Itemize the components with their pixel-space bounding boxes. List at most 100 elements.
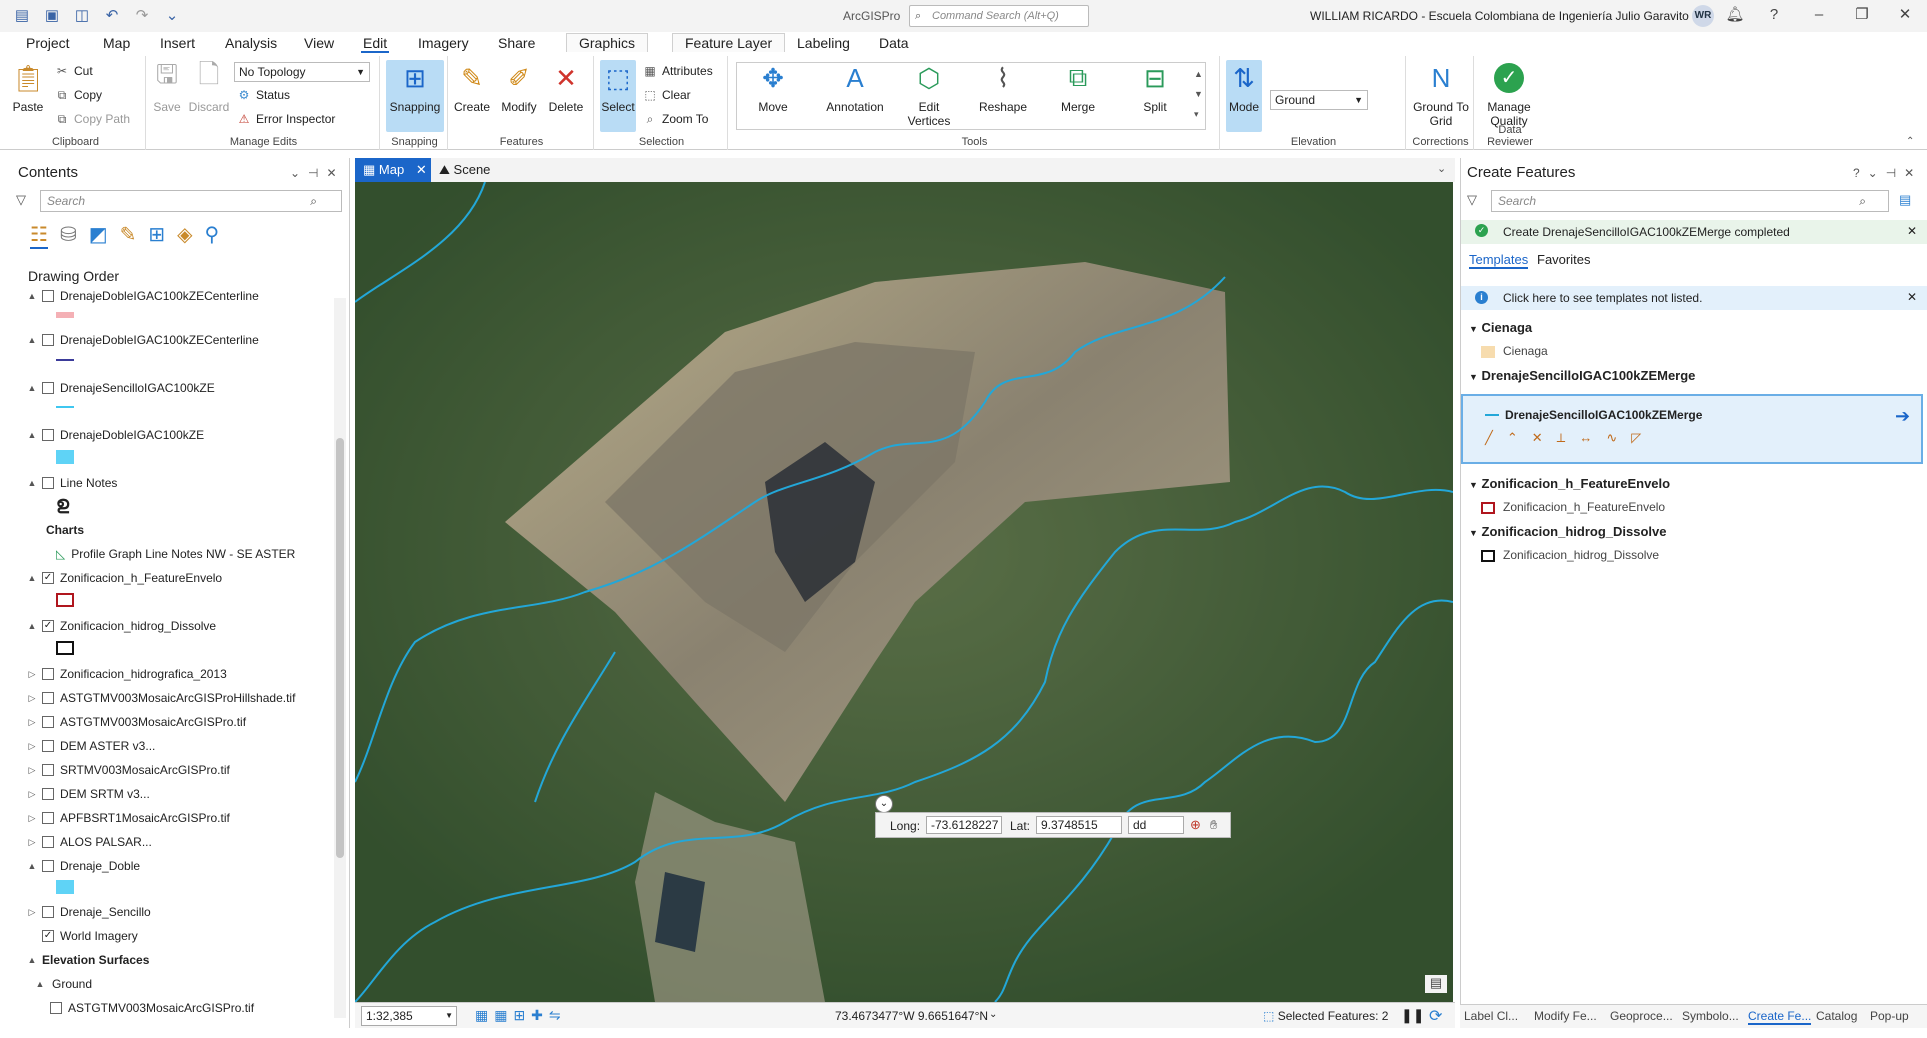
trace-tool-icon[interactable]: ◸ xyxy=(1631,430,1641,446)
latitude-input[interactable]: 9.3748515 xyxy=(1036,816,1122,834)
layer-row[interactable]: ASTGTMV003MosaicArcGISPro.tif xyxy=(46,998,254,1018)
split-tool[interactable]: ⊟ Split xyxy=(1126,60,1184,115)
templates-search-input[interactable]: Search ⌕ xyxy=(1491,190,1889,212)
tab-data[interactable]: Data xyxy=(877,35,911,51)
close-icon[interactable]: ✕ xyxy=(416,162,427,177)
tab-modify-features[interactable]: Modify Fe... xyxy=(1534,1009,1597,1023)
topology-select[interactable]: No Topology ▼ xyxy=(234,62,370,82)
status-button[interactable]: ⚙ Status xyxy=(236,88,290,102)
filter-icon[interactable]: ▽ xyxy=(16,192,26,208)
layer-checkbox[interactable] xyxy=(42,668,54,680)
chevron-down-icon[interactable]: ⌄ xyxy=(1437,162,1446,175)
layer-row[interactable]: ▷ ASTGTMV003MosaicArcGISProHillshade.tif xyxy=(26,688,296,708)
refresh-icon[interactable]: ⟳ xyxy=(1429,1006,1442,1026)
command-search-input[interactable]: ⌕ Command Search (Alt+Q) xyxy=(909,5,1089,27)
tab-create-features[interactable]: Create Fe... xyxy=(1748,1009,1812,1025)
tab-feature-layer[interactable]: Feature Layer xyxy=(672,33,786,52)
expand-icon[interactable]: ▷ xyxy=(26,693,38,704)
collapse-icon[interactable]: ▲ xyxy=(26,621,38,631)
scale-select[interactable]: 1:32,385 ▼ xyxy=(361,1006,457,1026)
layer-checkbox[interactable] xyxy=(42,692,54,704)
discard-button[interactable]: 🗋︎ Discard xyxy=(186,59,232,114)
elevation-surfaces-row[interactable]: ▲ Elevation Surfaces xyxy=(26,950,150,970)
layer-row[interactable]: ▷ SRTMV003MosaicArcGISPro.tif xyxy=(26,760,230,780)
snapping-view-icon[interactable]: ⊞ xyxy=(148,222,165,249)
manage-quality-button[interactable]: ✓ Manage Quality xyxy=(1480,60,1538,128)
template-item[interactable]: Cienaga xyxy=(1481,344,1548,358)
data-source-icon[interactable]: ⛁ xyxy=(60,222,77,249)
elevation-mode-button[interactable]: ⇅ Mode xyxy=(1226,60,1262,132)
map-canvas[interactable]: ⌄ Long: -73.6128227 Lat: 9.3748515 dd ⊕ … xyxy=(355,182,1453,1002)
layer-row[interactable]: ▷ Drenaje_Sencillo xyxy=(26,902,151,922)
close-window-icon[interactable]: ✕ xyxy=(1892,4,1918,26)
tab-imagery[interactable]: Imagery xyxy=(416,35,471,51)
perspective-view-icon[interactable]: ⚲ xyxy=(205,222,220,249)
layer-checkbox[interactable] xyxy=(42,382,54,394)
pane-controls[interactable]: ?⌄⊣✕ xyxy=(1853,166,1922,180)
longitude-input[interactable]: -73.6128227 xyxy=(926,816,1002,834)
tab-label-class[interactable]: Label Cl... xyxy=(1464,1009,1518,1023)
redo-icon[interactable]: ↷ xyxy=(132,6,152,26)
layer-checkbox[interactable] xyxy=(50,1002,62,1014)
layer-row[interactable]: ▷ DEM ASTER v3... xyxy=(26,736,156,756)
pan-hand-icon[interactable]: ✋︎ xyxy=(1210,817,1217,833)
selected-template[interactable]: DrenajeSencilloIGAC100kZEMerge ➔ ╱ ⌃ ✕ ⟂… xyxy=(1461,394,1923,464)
tab-view[interactable]: View xyxy=(302,35,336,51)
delete-button[interactable]: ✕ Delete xyxy=(544,60,588,115)
layer-checkbox[interactable] xyxy=(42,716,54,728)
attributes-button[interactable]: ▦ Attributes xyxy=(642,64,712,78)
chevron-down-icon[interactable]: ⌄ xyxy=(989,1009,997,1020)
layer-row[interactable]: ▷ APFBSRT1MosaicArcGISPro.tif xyxy=(26,808,230,828)
layer-row[interactable]: ▲ Drenaje_Doble xyxy=(26,856,141,876)
minimize-icon[interactable]: – xyxy=(1806,4,1832,26)
layer-checkbox[interactable] xyxy=(42,788,54,800)
tab-catalog[interactable]: Catalog xyxy=(1816,1009,1857,1023)
tab-scene-view[interactable]: ⛰︎ Scene xyxy=(439,162,490,178)
tab-analysis[interactable]: Analysis xyxy=(223,35,279,51)
copy-path-button[interactable]: ⧉ Copy Path xyxy=(54,112,130,127)
template-group-header[interactable]: ▼ Cienaga xyxy=(1469,320,1532,335)
move-tool[interactable]: ✥ Move xyxy=(744,60,802,115)
pane-controls[interactable]: ⌄⊣✕ xyxy=(290,166,345,180)
save-button[interactable]: 🖫︎ Save xyxy=(148,59,186,114)
collapse-icon[interactable]: ▲ xyxy=(26,478,38,488)
labeling-view-icon[interactable]: ◈ xyxy=(177,222,192,249)
select-button[interactable]: ⬚ Select xyxy=(600,60,636,132)
layer-checkbox[interactable] xyxy=(42,740,54,752)
layer-row[interactable]: ▷ Zonificacion_hidrografica_2013 xyxy=(26,664,227,684)
zoom-to-button[interactable]: ⌕ Zoom To xyxy=(642,112,709,127)
layer-checkbox[interactable] xyxy=(42,477,54,489)
tab-edit[interactable]: Edit xyxy=(361,35,390,53)
contents-search-input[interactable]: Search ⌕ xyxy=(40,190,342,212)
template-group-header[interactable]: ▼ Zonificacion_hidrog_Dissolve xyxy=(1469,524,1666,539)
template-group-header[interactable]: ▼ Zonificacion_h_FeatureEnvelo xyxy=(1469,476,1670,491)
merge-tool[interactable]: ⧉ Merge xyxy=(1049,60,1107,114)
modify-button[interactable]: ✐ Modify xyxy=(494,60,544,115)
expand-icon[interactable]: ▷ xyxy=(26,765,38,776)
open-project-icon[interactable]: ▣ xyxy=(42,6,62,26)
help-icon[interactable]: ? xyxy=(1761,4,1787,26)
layer-row[interactable]: ▷ ALOS PALSAR... xyxy=(26,832,152,852)
undo-icon[interactable]: ↶ xyxy=(102,6,122,26)
elevation-surface-select[interactable]: Ground ▼ xyxy=(1270,90,1368,110)
collapse-icon[interactable]: ▲ xyxy=(26,573,38,583)
layer-checkbox[interactable] xyxy=(42,836,54,848)
expand-icon[interactable]: ▷ xyxy=(26,669,38,680)
layer-checkbox-checked[interactable]: ✓ xyxy=(42,930,54,942)
manage-templates-icon[interactable]: ▤ xyxy=(1899,192,1911,208)
reshape-tool[interactable]: ⌇ Reshape xyxy=(974,60,1032,115)
right-angle-tool-icon[interactable]: ⌃ xyxy=(1507,430,1518,446)
collapse-ribbon-icon[interactable]: ⌃ xyxy=(1906,136,1914,147)
layer-checkbox[interactable] xyxy=(42,290,54,302)
layer-row[interactable]: ▲ ✓ Zonificacion_hidrog_Dissolve xyxy=(26,616,217,636)
tab-share[interactable]: Share xyxy=(496,35,537,51)
layer-row[interactable]: ▲ DrenajeDobleIGAC100kZECenterline xyxy=(26,330,259,350)
avatar[interactable]: WR xyxy=(1692,5,1714,27)
layer-row[interactable]: ▲ DrenajeDobleIGAC100kZECenterline xyxy=(26,288,259,306)
template-group-header[interactable]: ▼ DrenajeSencilloIGAC100kZEMerge xyxy=(1469,368,1695,383)
layer-row[interactable]: ▲ ✓ Zonificacion_h_FeatureEnvelo xyxy=(26,568,223,588)
collapse-icon[interactable]: ▲ xyxy=(26,335,38,345)
expand-icon[interactable]: ▷ xyxy=(26,837,38,848)
close-icon[interactable]: ✕ xyxy=(1907,290,1917,304)
customize-toolbar-icon[interactable]: ⌄ xyxy=(162,6,182,26)
